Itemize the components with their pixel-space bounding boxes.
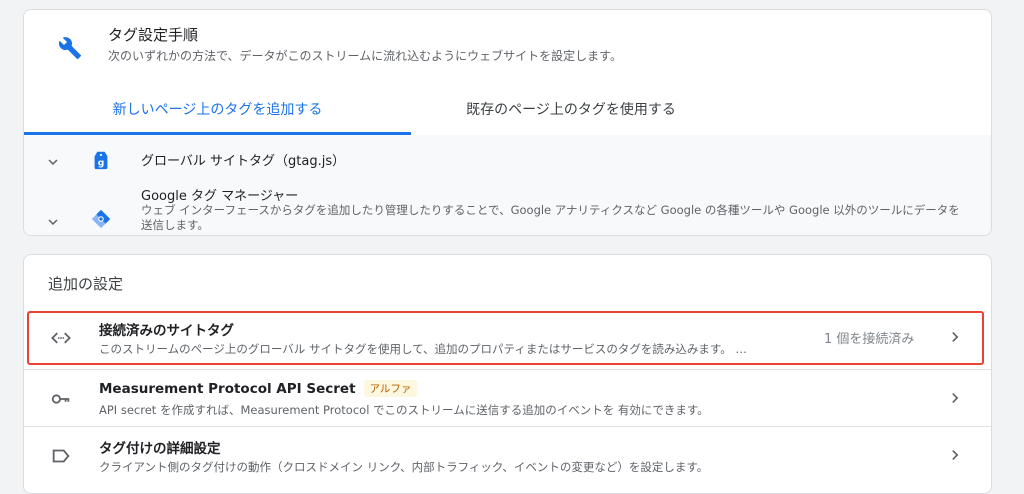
option-gtag[interactable]: g グローバル サイトタグ（gtag.js） (24, 135, 991, 181)
chevron-down-icon[interactable] (44, 153, 62, 171)
chevron-right-icon[interactable] (945, 327, 965, 347)
tab-use-existing-tag[interactable]: 既存のページ上のタグを使用する (411, 94, 731, 135)
tab-bar: 新しいページ上のタグを追加する 既存のページ上のタグを使用する (24, 94, 991, 136)
install-options: g グローバル サイトタグ（gtag.js） Google タグ マネージャー … (24, 135, 991, 235)
advanced-tagging-title: タグ付けの詳細設定 (99, 441, 221, 457)
connected-site-tags-row[interactable]: 接続済みのサイトタグ このストリームのページ上のグローバル サイトタグを使用して… (24, 309, 991, 366)
label-icon (52, 449, 70, 463)
measurement-protocol-title: Measurement Protocol API Secret アルファ (99, 380, 418, 397)
advanced-tagging-row[interactable]: タグ付けの詳細設定 クライアント側のタグ付けの動作（クロスドメイン リンク、内部… (24, 426, 991, 483)
alpha-badge: アルファ (363, 380, 418, 397)
tab-add-new-tag[interactable]: 新しいページ上のタグを追加する (24, 94, 411, 135)
additional-settings-card: 追加の設定 接続済みのサイトタグ このストリームのページ上のグローバル サイトタ… (23, 254, 992, 494)
option-tag-manager[interactable]: Google タグ マネージャー ウェブ インターフェースからタグを追加したり管… (24, 181, 991, 235)
setup-subtitle: 次のいずれかの方法で、データがこのストリームに流れ込むようにウェブサイトを設定し… (108, 49, 622, 63)
measurement-protocol-row[interactable]: Measurement Protocol API Secret アルファ API … (24, 369, 991, 426)
option-tag-manager-description: ウェブ インターフェースからタグを追加したり管理したりすることで、Google … (141, 203, 960, 232)
connected-site-tags-title: 接続済みのサイトタグ (99, 323, 234, 339)
connected-site-tags-description: このストリームのページ上のグローバル サイトタグを使用して、追加のプロパティまた… (99, 342, 747, 356)
option-gtag-title: グローバル サイトタグ（gtag.js） (141, 154, 346, 169)
code-icon (51, 332, 71, 344)
advanced-tagging-description: クライアント側のタグ付けの動作（クロスドメイン リンク、内部トラフィック、イベン… (99, 460, 709, 474)
option-tag-manager-title: Google タグ マネージャー (141, 189, 299, 204)
section-title: 追加の設定 (48, 275, 124, 293)
measurement-protocol-description: API secret を作成すれば、Measurement Protocol で… (99, 403, 709, 417)
chevron-right-icon[interactable] (945, 388, 965, 408)
gtag-icon: g (94, 151, 108, 170)
tag-manager-icon (91, 209, 111, 229)
chevron-right-icon[interactable] (945, 445, 965, 465)
tag-setup-card: タグ設定手順 次のいずれかの方法で、データがこのストリームに流れ込むようにウェブ… (23, 9, 992, 236)
chevron-down-icon[interactable] (44, 213, 62, 231)
key-icon (51, 394, 70, 404)
svg-text:g: g (98, 158, 105, 169)
wrench-icon (58, 37, 81, 59)
setup-title: タグ設定手順 (108, 26, 199, 44)
connected-count-status: 1 個を接続済み (824, 332, 915, 347)
